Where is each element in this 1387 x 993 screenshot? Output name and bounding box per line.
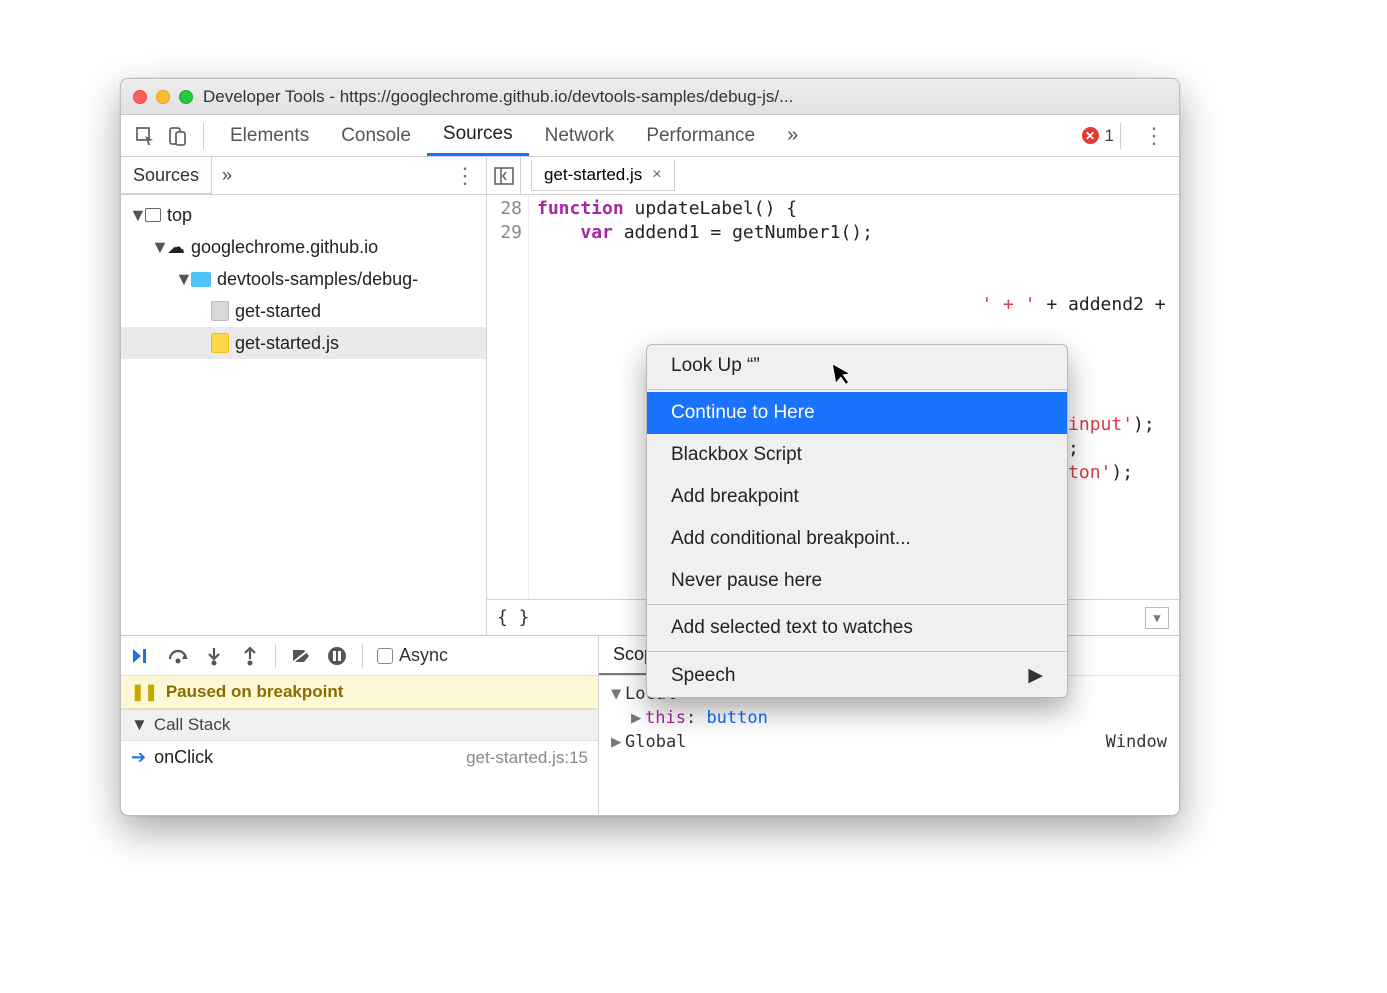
- ctx-add-to-watches[interactable]: Add selected text to watches: [647, 607, 1067, 649]
- tab-performance[interactable]: Performance: [630, 115, 771, 156]
- tree-frame-top[interactable]: ▼ top: [121, 199, 486, 231]
- deactivate-breakpoints-icon[interactable]: [290, 645, 312, 667]
- hide-navigator-icon[interactable]: [487, 157, 521, 194]
- info-icon: ❚❚: [131, 682, 158, 702]
- close-window-icon[interactable]: [133, 90, 147, 104]
- js-file-icon: [211, 333, 229, 353]
- tab-sources[interactable]: Sources: [427, 115, 529, 156]
- tree-label: googlechrome.github.io: [191, 237, 378, 258]
- folder-icon: [191, 272, 211, 287]
- async-label: Async: [399, 645, 448, 666]
- inspect-element-icon[interactable]: [129, 120, 161, 152]
- context-menu: Look Up “” Continue to Here Blackbox Scr…: [646, 344, 1068, 698]
- editor-footer-dropdown-icon[interactable]: ▼: [1145, 607, 1169, 629]
- navigator-tabs-overflow[interactable]: »: [212, 165, 242, 186]
- file-tree: ▼ top ▼☁ googlechrome.github.io ▼ devtoo…: [121, 195, 486, 635]
- step-out-icon[interactable]: [239, 645, 261, 667]
- scope-global[interactable]: ▶Global Window: [603, 730, 1175, 754]
- ctx-speech[interactable]: Speech ▶: [647, 654, 1067, 697]
- ctx-blackbox-script[interactable]: Blackbox Script: [647, 434, 1067, 476]
- scope-global-value: Window: [1106, 732, 1167, 752]
- device-toggle-icon[interactable]: [161, 120, 193, 152]
- step-into-icon[interactable]: [203, 645, 225, 667]
- pause-exceptions-icon[interactable]: [326, 645, 348, 667]
- document-icon: [211, 301, 229, 321]
- ctx-lookup[interactable]: Look Up “”: [647, 345, 1067, 387]
- ctx-never-pause-here[interactable]: Never pause here: [647, 560, 1067, 602]
- zoom-window-icon[interactable]: [179, 90, 193, 104]
- async-checkbox[interactable]: Async: [377, 645, 448, 666]
- editor-tab-active[interactable]: get-started.js ×: [531, 160, 675, 191]
- debugger-toolbar: Async: [121, 636, 598, 676]
- submenu-arrow-icon: ▶: [1028, 664, 1043, 687]
- titlebar: Developer Tools - https://googlechrome.g…: [121, 79, 1179, 115]
- tree-label: get-started: [235, 301, 321, 322]
- tab-elements[interactable]: Elements: [214, 115, 325, 156]
- close-tab-icon[interactable]: ×: [652, 166, 661, 184]
- current-frame-icon: ➔: [131, 747, 146, 768]
- step-over-icon[interactable]: [167, 645, 189, 667]
- tabs-overflow[interactable]: »: [771, 115, 814, 156]
- tree-domain[interactable]: ▼☁ googlechrome.github.io: [121, 231, 486, 263]
- tree-file-html[interactable]: get-started: [121, 295, 486, 327]
- devtools-window: Developer Tools - https://googlechrome.g…: [120, 78, 1180, 816]
- settings-kebab-icon[interactable]: ⋮: [1137, 123, 1171, 149]
- traffic-lights: [133, 90, 193, 104]
- tree-label: devtools-samples/debug-: [217, 269, 418, 290]
- mouse-cursor-icon: [830, 358, 856, 387]
- navigator-tabs: Sources » ⋮: [121, 157, 486, 195]
- navigator-kebab-icon[interactable]: ⋮: [444, 163, 486, 189]
- error-indicator[interactable]: ✕ 1: [1082, 126, 1114, 146]
- error-icon: ✕: [1082, 127, 1099, 144]
- ctx-add-conditional-breakpoint[interactable]: Add conditional breakpoint...: [647, 518, 1067, 560]
- navigator-pane: Sources » ⋮ ▼ top ▼☁ googlechrome.github…: [121, 157, 487, 635]
- pretty-print-icon[interactable]: { }: [497, 607, 530, 628]
- tab-network[interactable]: Network: [529, 115, 631, 156]
- tree-label: top: [167, 205, 192, 226]
- tree-label: get-started.js: [235, 333, 339, 354]
- frame-icon: [145, 208, 161, 222]
- debugger-left: Async ❚❚ Paused on breakpoint ▼Call Stac…: [121, 636, 599, 815]
- panel-tabs: Elements Console Sources Network Perform…: [121, 115, 1179, 157]
- editor-tab-label: get-started.js: [544, 165, 642, 185]
- frame-name: onClick: [154, 747, 213, 768]
- cloud-icon: ☁: [167, 237, 185, 258]
- tab-console[interactable]: Console: [325, 115, 427, 156]
- line-gutter: 2829: [487, 195, 529, 599]
- navigator-tab-sources[interactable]: Sources: [121, 157, 212, 194]
- editor-tabs: get-started.js ×: [487, 157, 1179, 195]
- resume-icon[interactable]: [131, 645, 153, 667]
- ctx-continue-to-here[interactable]: Continue to Here: [647, 392, 1067, 434]
- tree-folder[interactable]: ▼ devtools-samples/debug-: [121, 263, 486, 295]
- frame-location: get-started.js:15: [466, 748, 588, 768]
- error-count: 1: [1105, 126, 1114, 146]
- ctx-add-breakpoint[interactable]: Add breakpoint: [647, 476, 1067, 518]
- paused-message: ❚❚ Paused on breakpoint: [121, 676, 598, 709]
- callstack-header[interactable]: ▼Call Stack: [121, 709, 598, 741]
- tree-file-js[interactable]: get-started.js: [121, 327, 486, 359]
- minimize-window-icon[interactable]: [156, 90, 170, 104]
- checkbox-icon: [377, 648, 393, 664]
- window-title: Developer Tools - https://googlechrome.g…: [203, 87, 1167, 107]
- scope-this[interactable]: ▶this: button: [603, 706, 1175, 730]
- callstack-frame[interactable]: ➔ onClick get-started.js:15: [121, 741, 598, 774]
